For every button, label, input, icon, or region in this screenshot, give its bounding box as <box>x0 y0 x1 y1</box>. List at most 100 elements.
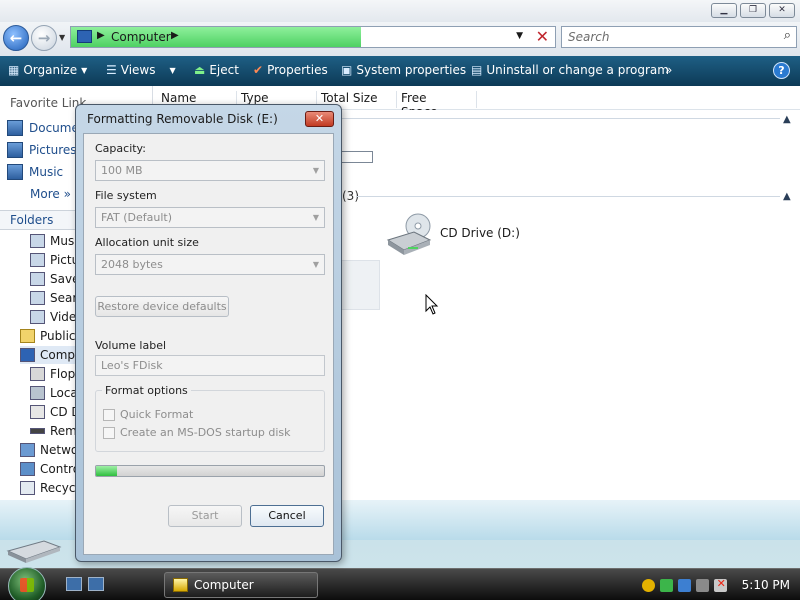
help-icon[interactable]: ? <box>773 62 790 79</box>
more-links[interactable]: More » <box>30 185 71 203</box>
tree-label: Rem <box>50 424 77 438</box>
tree-label: Mus <box>50 234 75 248</box>
views-button[interactable]: ☰ Views ▼ <box>106 63 176 77</box>
system-properties-button[interactable]: ▣ System properties <box>341 63 466 77</box>
properties-button[interactable]: ✔ Properties <box>253 63 328 77</box>
search-icon[interactable]: ⌕ <box>784 28 791 43</box>
breadcrumb-arrow-icon[interactable]: ▶ <box>97 30 105 41</box>
group-divider <box>356 196 780 197</box>
drive-capacity-bar <box>339 151 373 163</box>
control-panel-icon <box>20 462 35 476</box>
format-options-label: Format options <box>102 384 191 397</box>
tree-item-saved-games[interactable]: Save <box>30 270 79 288</box>
system-properties-label: System properties <box>356 63 467 77</box>
breadcrumb-arrow-icon[interactable]: ▶ <box>171 30 179 41</box>
volume-label-input[interactable]: Leo's FDisk <box>95 355 325 376</box>
tree-item-music[interactable]: Mus <box>30 232 74 250</box>
favorite-link-pictures[interactable]: Pictures <box>7 141 77 159</box>
tree-item-videos[interactable]: Vide <box>30 308 76 326</box>
checkbox-box[interactable] <box>103 408 115 421</box>
music-folder-icon <box>30 234 45 248</box>
tree-item-pictures[interactable]: Pictu <box>30 251 79 269</box>
stop-icon[interactable]: ✕ <box>536 27 549 46</box>
allocation-unit-select[interactable]: 2048 bytes ▼ <box>95 254 325 275</box>
minimize-button[interactable]: ▁ <box>711 3 737 18</box>
address-dropdown-icon[interactable]: ▼ <box>516 31 523 41</box>
tree-item-cd-drive[interactable]: CD D <box>30 403 81 421</box>
favorite-link-documents[interactable]: Docume <box>7 119 79 137</box>
security-shield-icon[interactable] <box>641 578 655 592</box>
dialog-close-button[interactable]: ✕ <box>305 111 334 127</box>
start-button-dialog[interactable]: Start <box>168 505 242 527</box>
searches-folder-icon <box>30 291 45 305</box>
collapse-group-icon[interactable]: ▲ <box>783 114 791 125</box>
history-dropdown-icon[interactable]: ▼ <box>59 33 65 42</box>
clock[interactable]: 5:10 PM <box>742 578 790 592</box>
selected-item[interactable] <box>339 260 380 310</box>
display-icon[interactable] <box>695 578 709 592</box>
tree-label: Public <box>40 329 76 343</box>
eject-icon: ⏏ <box>194 63 206 77</box>
network-tray-icon[interactable] <box>677 578 691 592</box>
chevron-down-icon: ▼ <box>169 65 176 75</box>
safely-remove-icon[interactable] <box>659 578 673 592</box>
show-desktop-icon[interactable] <box>66 577 82 591</box>
cd-drive-icon[interactable] <box>384 212 434 256</box>
tree-item-recycle-bin[interactable]: Recycl <box>20 479 79 497</box>
tree-item-control-panel[interactable]: Contro <box>20 460 80 478</box>
capacity-select[interactable]: 100 MB ▼ <box>95 160 325 181</box>
tree-item-computer[interactable]: Comp <box>20 346 76 364</box>
checkbox-box[interactable] <box>103 426 115 439</box>
quick-format-label: Quick Format <box>120 408 194 421</box>
back-arrow-icon: ← <box>9 29 23 47</box>
cd-drive-label[interactable]: CD Drive (D:) <box>440 226 520 240</box>
volume-label-label: Volume label <box>95 339 167 352</box>
organize-icon: ▦ <box>8 63 20 77</box>
taskbar-item-computer[interactable]: Computer <box>164 572 318 598</box>
videos-folder-icon <box>30 310 45 324</box>
organize-button[interactable]: ▦ Organize ▼ <box>8 63 87 77</box>
tree-item-local-disk[interactable]: Loca <box>30 384 78 402</box>
tree-item-network[interactable]: Netwo <box>20 441 78 459</box>
search-input[interactable]: Search ⌕ <box>561 26 797 48</box>
format-progress-bar <box>95 465 325 477</box>
network-icon <box>20 443 35 457</box>
tree-item-searches[interactable]: Sear <box>30 289 77 307</box>
volume-muted-icon[interactable]: ✕ <box>713 577 727 592</box>
tree-item-public[interactable]: Public <box>20 327 76 345</box>
close-window-button[interactable]: ✕ <box>769 3 795 18</box>
address-path[interactable]: Computer <box>111 30 171 44</box>
collapse-group-icon[interactable]: ▲ <box>783 191 791 202</box>
file-system-label: File system <box>95 189 157 202</box>
msdos-startup-checkbox[interactable]: Create an MS-DOS startup disk <box>103 426 291 439</box>
capacity-value: 100 MB <box>101 164 143 177</box>
chevron-down-icon: ▼ <box>312 166 319 175</box>
tree-label: Recycl <box>40 481 79 495</box>
search-placeholder: Search <box>568 30 610 44</box>
tree-item-floppy[interactable]: Flop <box>30 365 75 383</box>
documents-icon <box>7 120 23 136</box>
forward-button[interactable]: → <box>31 25 57 51</box>
file-system-select[interactable]: FAT (Default) ▼ <box>95 207 325 228</box>
start-button[interactable] <box>8 567 46 600</box>
computer-icon <box>20 348 35 362</box>
chevron-down-icon: ▼ <box>81 65 88 75</box>
maximize-button[interactable]: ❐ <box>740 3 766 18</box>
eject-label: Eject <box>209 63 239 77</box>
mouse-cursor-icon <box>425 294 439 315</box>
favorite-link-music[interactable]: Music <box>7 163 63 181</box>
column-free-space[interactable]: Free Space <box>401 91 477 119</box>
cancel-button[interactable]: Cancel <box>250 505 324 527</box>
tree-label: Flop <box>50 367 76 381</box>
uninstall-button[interactable]: ▤ Uninstall or change a program <box>471 63 669 77</box>
tree-item-removable[interactable]: Rem <box>30 422 77 440</box>
more-commands-button[interactable]: » <box>665 63 672 77</box>
address-bar[interactable]: ▶ Computer ▶ ▼ ✕ <box>70 26 556 48</box>
restore-defaults-button[interactable]: Restore device defaults <box>95 296 229 317</box>
back-button[interactable]: ← <box>3 25 29 51</box>
folders-label: Folders <box>10 213 54 227</box>
programs-icon: ▤ <box>471 63 483 77</box>
quick-format-checkbox[interactable]: Quick Format <box>103 408 193 421</box>
switch-windows-icon[interactable] <box>88 577 104 591</box>
eject-button[interactable]: ⏏ Eject <box>194 63 239 77</box>
